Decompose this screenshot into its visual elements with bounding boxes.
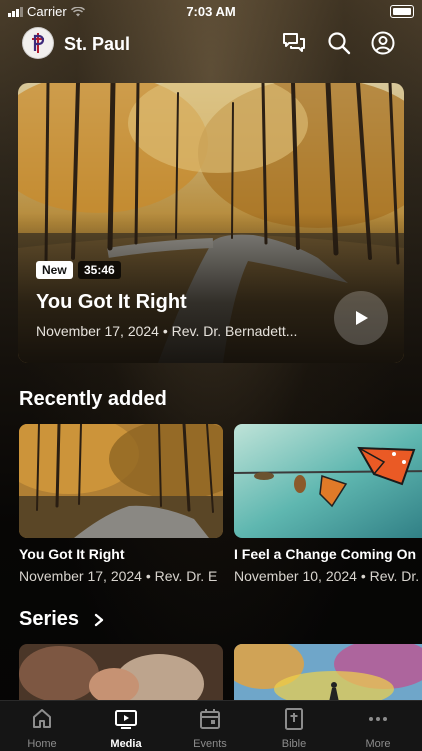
- featured-title: You Got It Right: [36, 291, 187, 313]
- media-card-meta: November 17, 2024 • Rev. Dr. E: [19, 568, 218, 584]
- featured-meta: November 17, 2024 • Rev. Dr. Bernadett..…: [36, 323, 298, 339]
- chat-icon[interactable]: [281, 30, 307, 56]
- church-logo-mark: [32, 33, 45, 53]
- media-card-title: You Got It Right: [19, 546, 125, 562]
- tab-bar: Home Media Events Bible More: [0, 700, 422, 751]
- media-card-title: I Feel a Change Coming On: [234, 546, 417, 562]
- media-card[interactable]: You Got It Right November 17, 2024 • Rev…: [19, 424, 223, 584]
- chevron-right-icon: [94, 613, 104, 626]
- tab-more-label: More: [365, 738, 391, 750]
- media-card[interactable]: I Feel a Change Coming On November 10, 2…: [234, 424, 422, 584]
- tab-events[interactable]: Events: [168, 707, 252, 750]
- status-bar: Carrier 7:03 AM: [0, 0, 422, 22]
- series-header[interactable]: Series: [19, 608, 105, 631]
- play-icon: [356, 311, 368, 325]
- bible-icon: [285, 708, 303, 730]
- media-card-meta: November 10, 2024 • Rev. Dr.: [234, 568, 420, 584]
- media-thumbnail: [234, 424, 422, 538]
- church-name[interactable]: St. Paul: [64, 34, 130, 55]
- series-heading: Series: [19, 608, 80, 630]
- series-thumbnail: [19, 644, 223, 702]
- tab-more[interactable]: More: [336, 707, 420, 750]
- recently-added-heading: Recently added: [19, 388, 167, 410]
- tab-bible[interactable]: Bible: [252, 707, 336, 750]
- series-card[interactable]: [234, 644, 422, 702]
- search-icon[interactable]: [326, 30, 352, 56]
- church-logo[interactable]: [22, 27, 54, 59]
- tab-events-label: Events: [193, 738, 227, 750]
- tab-bible-label: Bible: [281, 738, 307, 750]
- status-time: 7:03 AM: [186, 4, 236, 19]
- app-header: St. Paul: [0, 26, 422, 62]
- tab-media-label: Media: [110, 738, 142, 750]
- tab-home-label: Home: [27, 738, 57, 750]
- play-button[interactable]: [334, 291, 388, 345]
- account-icon[interactable]: [370, 30, 396, 56]
- series-card[interactable]: [19, 644, 223, 702]
- home-icon: [33, 709, 51, 728]
- featured-sermon-card[interactable]: New 35:46 You Got It Right November 17, …: [18, 83, 404, 363]
- tab-home[interactable]: Home: [0, 707, 84, 750]
- calendar-icon: [200, 709, 220, 729]
- battery-icon: [390, 5, 414, 18]
- media-icon: [115, 710, 137, 729]
- tab-media[interactable]: Media: [84, 707, 168, 750]
- new-badge: New: [36, 261, 73, 279]
- more-icon: [369, 717, 387, 721]
- media-thumbnail: [19, 424, 223, 538]
- duration-badge: 35:46: [78, 261, 121, 279]
- series-thumbnail: [234, 644, 422, 702]
